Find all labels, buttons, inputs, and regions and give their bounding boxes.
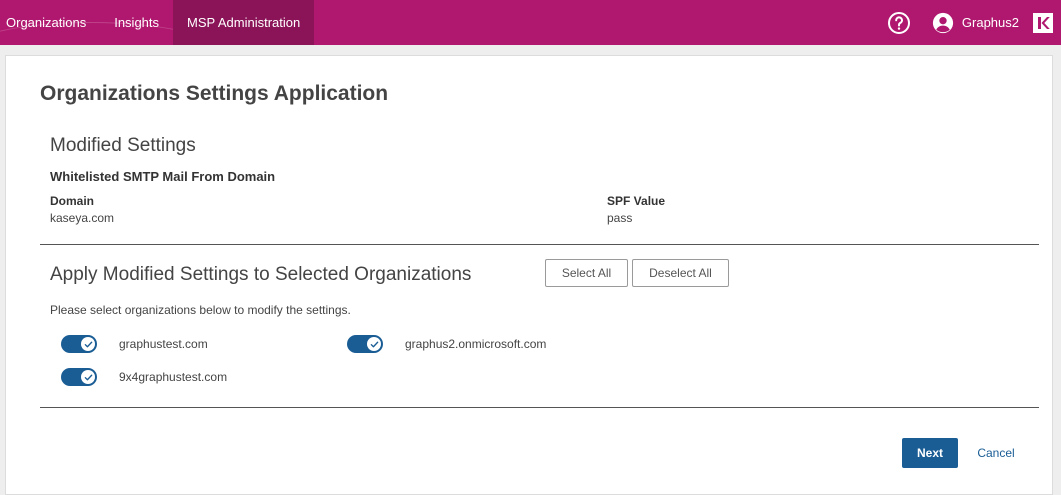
deselect-all-button[interactable]: Deselect All	[632, 259, 729, 287]
check-icon	[84, 374, 92, 380]
select-all-button[interactable]: Select All	[545, 259, 628, 287]
toggle-knob	[367, 337, 381, 351]
org-name: graphus2.onmicrosoft.com	[405, 337, 547, 351]
top-nav-bar: Organizations Insights MSP Administratio…	[0, 0, 1061, 45]
org-item-graphus2-onmicrosoft: graphus2.onmicrosoft.com	[347, 335, 546, 353]
check-icon	[84, 341, 92, 347]
modified-settings-heading: Modified Settings	[50, 135, 196, 156]
domain-value: kaseya.com	[50, 211, 115, 225]
next-button[interactable]: Next	[902, 438, 958, 468]
cancel-button[interactable]: Cancel	[972, 438, 1020, 468]
org-toggle[interactable]	[61, 368, 97, 386]
tab-organizations[interactable]: Organizations	[0, 0, 100, 45]
org-toggle[interactable]	[347, 335, 383, 353]
org-item-9x4graphustest: 9x4graphustest.com	[61, 368, 227, 386]
kaseya-logo	[1033, 12, 1053, 33]
settings-card: Organizations Settings Application Modif…	[5, 55, 1053, 495]
username[interactable]: Graphus2	[962, 15, 1019, 30]
domain-label: Domain	[50, 194, 95, 208]
spf-value: pass	[607, 211, 633, 225]
page-title: Organizations Settings Application	[40, 82, 389, 105]
toggle-knob	[81, 337, 95, 351]
section-divider	[40, 407, 1039, 408]
section-divider	[40, 244, 1039, 245]
org-item-graphustest: graphustest.com	[61, 335, 208, 353]
top-nav-right: Graphus2	[887, 0, 1061, 45]
org-name: graphustest.com	[119, 337, 208, 351]
org-toggle[interactable]	[61, 335, 97, 353]
spf-label: SPF Value	[607, 194, 666, 208]
org-name: 9x4graphustest.com	[119, 370, 228, 384]
apply-settings-heading: Apply Modified Settings to Selected Orga…	[50, 264, 472, 285]
instructions-text: Please select organizations below to mod…	[50, 303, 351, 317]
tab-insights[interactable]: Insights	[100, 0, 173, 45]
user-avatar-icon[interactable]	[932, 12, 954, 34]
tab-msp-administration[interactable]: MSP Administration	[173, 0, 315, 45]
kaseya-logo-mark	[1038, 16, 1050, 29]
check-icon	[370, 341, 378, 347]
help-icon[interactable]	[887, 11, 911, 35]
toggle-knob	[81, 370, 95, 384]
setting-name: Whitelisted SMTP Mail From Domain	[50, 169, 276, 184]
